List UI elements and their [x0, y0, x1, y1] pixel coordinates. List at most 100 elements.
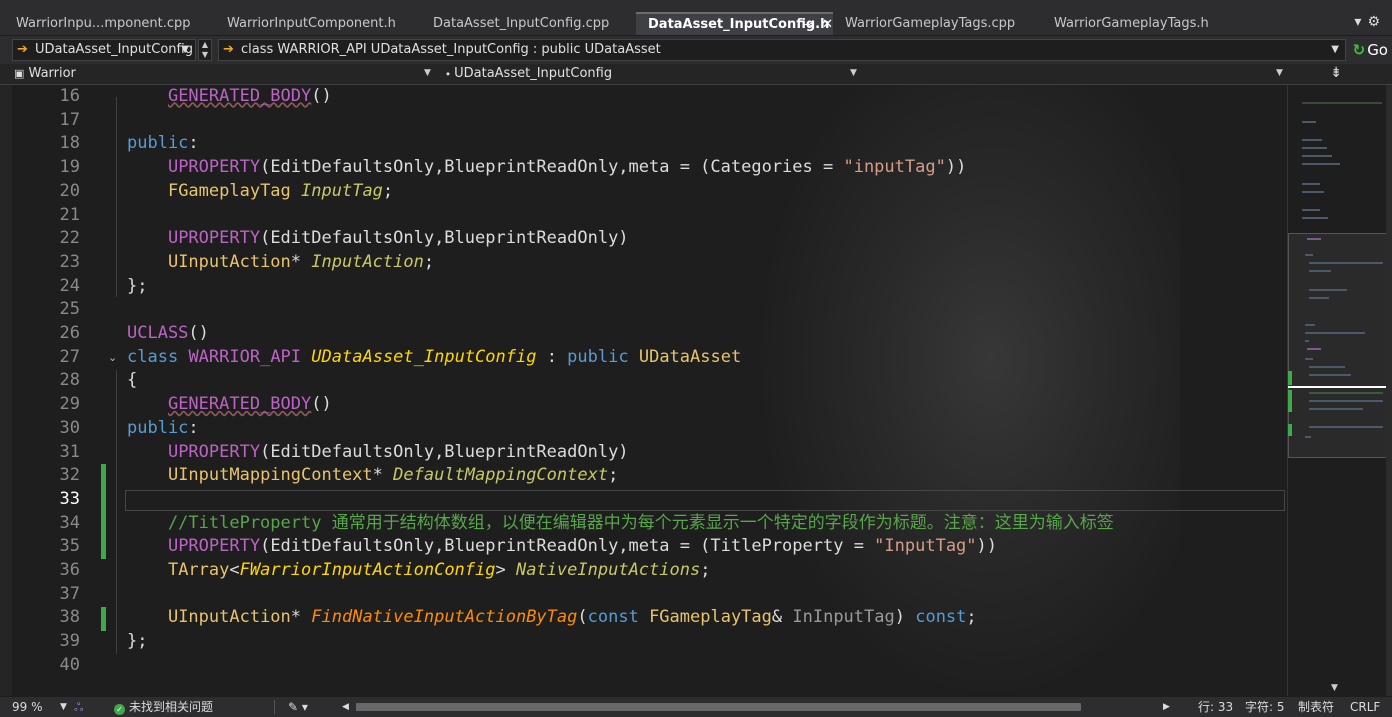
code-text: TArray<FWarriorInputActionConfig> Native… [167, 560, 711, 580]
minimap-line [1305, 332, 1365, 334]
code-line: 28 { [0, 369, 1287, 393]
tab-list-dropdown-icon[interactable]: ▾⚙ [1354, 14, 1386, 30]
line-number: 31 [59, 441, 80, 462]
line-number: 26 [59, 323, 80, 343]
line-number: 32 [59, 465, 80, 486]
tab-dataasset-inputconfig-h[interactable]: DataAsset_InputConfig.h ⊸ ✕ [636, 12, 841, 35]
code-line: 20 FGameplayTag InputTag; [0, 180, 1287, 204]
minimap-line [1309, 297, 1329, 299]
code-text: class WARRIOR_API UDataAsset_InputConfig… [127, 346, 742, 367]
issues-indicator[interactable]: ✓ 未找到相关问题 [114, 697, 213, 717]
minimap-line [1309, 392, 1383, 394]
issues-label: 未找到相关问题 [129, 700, 214, 714]
line-indicator[interactable]: 行: 33 [1198, 697, 1233, 717]
tab-label: WarriorGameplayTags.h [1054, 16, 1209, 31]
code-line: 26 UCLASS() [0, 322, 1287, 346]
minimap-line [1302, 102, 1382, 104]
minimap-line [1307, 238, 1321, 240]
code-line: 38 UInputAction* FindNativeInputActionBy… [0, 606, 1287, 630]
minimap-line [1305, 340, 1309, 342]
tab-warriorinputcomponent-h[interactable]: WarriorInputComponent.h [215, 12, 415, 35]
char-indicator[interactable]: 字符: 5 [1245, 697, 1285, 717]
class-scope-dropdown[interactable]: ⬩ UDataAsset_InputConfig ▼ [446, 64, 860, 83]
scroll-down-icon[interactable]: ▼ [1331, 683, 1338, 693]
code-line: 23 UInputAction* InputAction; [0, 251, 1287, 275]
member-scope-dropdown[interactable]: ▼ [866, 64, 1286, 83]
tab-label: WarriorGameplayTags.cpp [845, 16, 1016, 31]
minimap-change-marker [1288, 390, 1292, 412]
eol-indicator[interactable]: CRLF [1350, 697, 1380, 717]
code-text: UCLASS() [127, 323, 209, 343]
project-scope-label: Warrior [28, 66, 76, 81]
minimap-line [1309, 408, 1363, 410]
code-text: UInputAction* InputAction; [167, 251, 435, 272]
go-button[interactable]: ↻ Go [1353, 39, 1388, 61]
document-tab-bar: WarriorInpu...mponent.cpp WarriorInputCo… [0, 0, 1392, 35]
member-combo-label: class WARRIOR_API UDataAsset_InputConfig… [241, 42, 661, 57]
horizontal-scrollbar[interactable] [356, 703, 1081, 711]
line-number: 36 [59, 560, 80, 580]
minimap-change-marker [1288, 424, 1292, 436]
go-icon: ↻ [1352, 41, 1366, 59]
pin-icon[interactable]: ⊸ [804, 14, 813, 35]
copilot-icon[interactable]: ஃ [74, 697, 83, 717]
project-scope-dropdown[interactable]: ▣ Warrior ▼ [14, 64, 434, 83]
tab-warriorinputcomponent-cpp[interactable]: WarriorInpu...mponent.cpp [4, 12, 209, 35]
minimap-viewport[interactable] [1288, 233, 1387, 458]
split-icon[interactable]: ⇟ [1330, 65, 1342, 81]
project-icon: ▣ [14, 67, 25, 80]
tab-label: DataAsset_InputConfig.h [648, 17, 830, 32]
code-minimap[interactable] [1287, 85, 1387, 696]
brush-icon[interactable]: ✎ ▾ [288, 697, 308, 717]
minimap-line [1305, 358, 1313, 360]
minimap-line [1302, 163, 1340, 165]
minimap-line [1309, 366, 1345, 368]
line-number: 34 [59, 512, 80, 533]
tab-label: DataAsset_InputConfig.cpp [433, 16, 610, 31]
code-text: UPROPERTY(EditDefaultsOnly,BlueprintRead… [167, 441, 629, 462]
minimap-line [1302, 209, 1320, 211]
close-icon[interactable]: ✕ [822, 14, 833, 35]
code-line: 18 public: [0, 132, 1287, 156]
combo-spinner[interactable]: ▲ ▼ [198, 39, 212, 61]
code-line: 29 GENERATED_BODY() [0, 393, 1287, 417]
line-number: 23 [59, 251, 80, 272]
code-text: public: [127, 133, 199, 154]
status-separator [274, 700, 275, 714]
scroll-right-icon[interactable]: ▶ [1163, 697, 1170, 717]
chevron-down-icon: ▼ [424, 68, 431, 78]
code-line: 22 UPROPERTY(EditDefaultsOnly,BlueprintR… [0, 227, 1287, 251]
minimap-line [1305, 254, 1313, 256]
line-number: 40 [59, 654, 80, 675]
minimap-line [1309, 270, 1331, 272]
line-number: 38 [59, 607, 80, 628]
go-label: Go [1367, 41, 1388, 59]
type-combo[interactable]: ➔ UDataAsset_InputConfig ▼ [12, 39, 196, 61]
code-line: 39 }; [0, 630, 1287, 654]
tab-dataasset-inputconfig-cpp[interactable]: DataAsset_InputConfig.cpp [421, 12, 631, 35]
chevron-down-icon[interactable]: ▼ [60, 697, 67, 717]
line-number: 29 [59, 394, 80, 415]
code-line: 36 TArray<FWarriorInputActionConfig> Nat… [0, 559, 1287, 583]
code-text: FGameplayTag InputTag; [167, 180, 394, 201]
code-line: 32 UInputMappingContext* DefaultMappingC… [0, 464, 1287, 488]
minimap-line [1302, 155, 1332, 157]
minimap-line [1302, 183, 1320, 185]
code-line: 17 [0, 109, 1287, 133]
code-editor[interactable]: ⌄ 16 GENERATED_BODY() 17 18 public: 19 U… [0, 85, 1287, 696]
member-combo[interactable]: ➔ class WARRIOR_API UDataAsset_InputConf… [218, 39, 1346, 61]
line-number: 33 [59, 488, 80, 509]
vertical-scrollbar[interactable] [1386, 85, 1392, 696]
scroll-left-icon[interactable]: ◀ [342, 697, 349, 717]
minimap-line [1305, 324, 1315, 326]
line-number: 16 [59, 86, 80, 106]
indent-indicator[interactable]: 制表符 [1298, 697, 1334, 717]
code-line: 27 class WARRIOR_API UDataAsset_InputCon… [0, 346, 1287, 370]
navigation-bar: ➔ UDataAsset_InputConfig ▼ ▲ ▼ ➔ class WA… [0, 36, 1392, 64]
minimap-line [1309, 374, 1351, 376]
tab-warriorgameplaytags-h[interactable]: WarriorGameplayTags.h [1042, 12, 1242, 35]
code-line-current: 33 [0, 488, 1287, 512]
tab-warriorgameplaytags-cpp[interactable]: WarriorGameplayTags.cpp [833, 12, 1043, 35]
arrow-right-icon: ➔ [223, 42, 234, 57]
zoom-level[interactable]: 99 % [12, 697, 43, 717]
